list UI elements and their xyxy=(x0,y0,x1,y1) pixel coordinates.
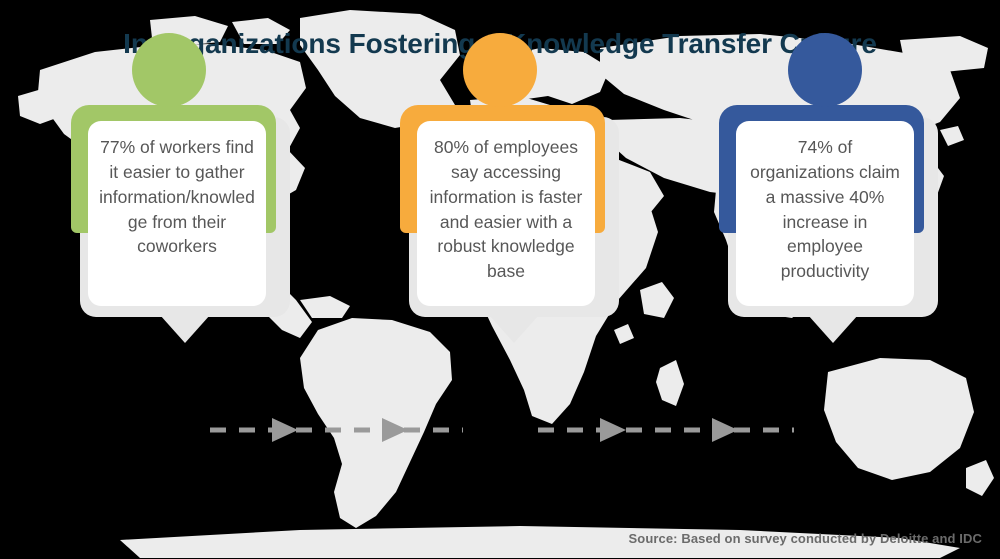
infographic-canvas: In Organizations Fostering a Knowledge T… xyxy=(0,0,1000,559)
card-text-blue: 74% of organizations claim a massive 40%… xyxy=(750,137,900,282)
timeline-track xyxy=(210,418,794,442)
arrow-right-icon-3 xyxy=(600,418,626,442)
timeline-dot-green[interactable] xyxy=(132,33,206,107)
arrow-right-icon-2 xyxy=(382,418,408,442)
arrow-right-icon-4 xyxy=(712,418,738,442)
timeline-dot-orange[interactable] xyxy=(463,33,537,107)
timeline-dot-blue[interactable] xyxy=(788,33,862,107)
card-body-blue: 74% of organizations claim a massive 40%… xyxy=(736,121,914,306)
arrow-right-icon-1 xyxy=(272,418,298,442)
card-text-orange: 80% of employees say accessing informati… xyxy=(429,137,583,282)
card-text-green: 77% of workers find it easier to gather … xyxy=(99,137,255,257)
source-note: Source: Based on survey conducted by Del… xyxy=(628,531,982,546)
card-body-orange: 80% of employees say accessing informati… xyxy=(417,121,595,306)
card-body-green: 77% of workers find it easier to gather … xyxy=(88,121,266,306)
